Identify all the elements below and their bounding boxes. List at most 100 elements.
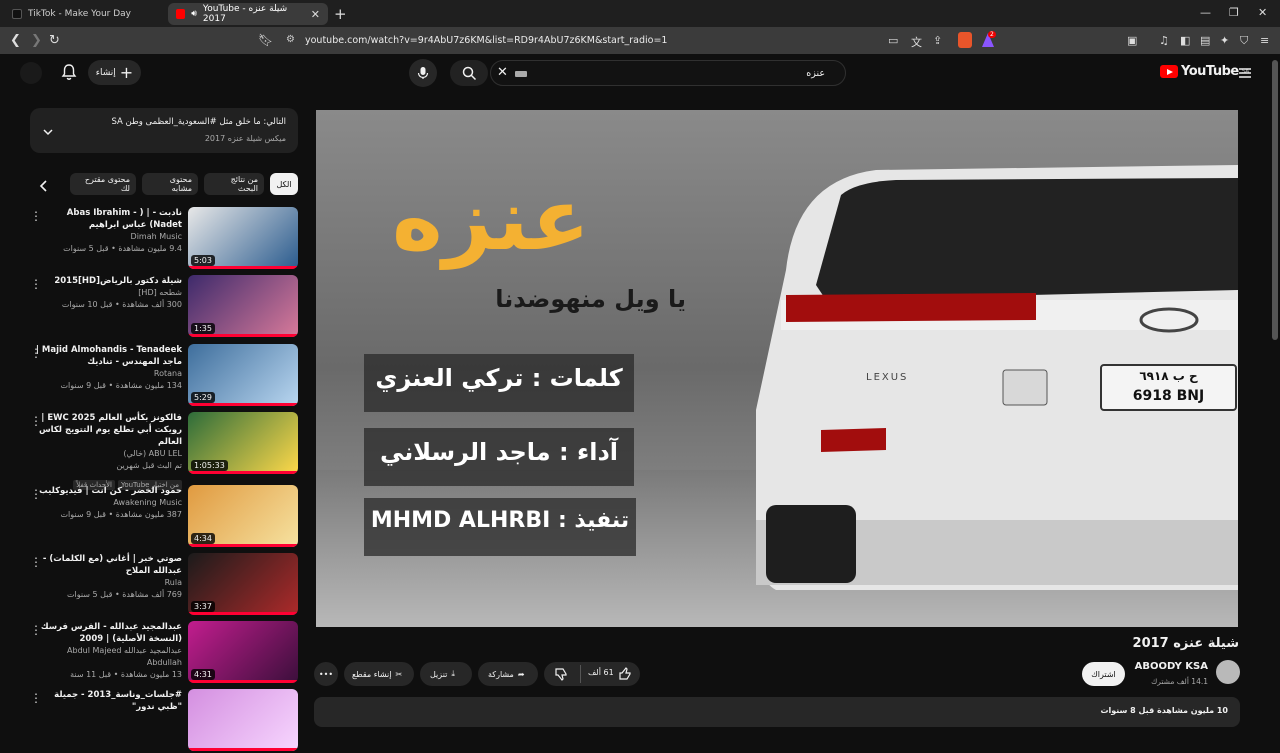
related-video-thumbnail[interactable]: 5:03 <box>188 207 298 269</box>
microphone-icon <box>417 67 429 79</box>
clip-button[interactable]: إنشاء مقطع ✂ <box>344 662 414 686</box>
search-input[interactable]: ✕ عنزه <box>490 60 846 86</box>
related-video-item[interactable]: ⋮ فالكونز بكأس العالم EWC 2025 | رويكت أب… <box>28 412 300 490</box>
video-player[interactable]: عنزه يا ويل منهوضدنا كلمات : تركي العنزي… <box>316 110 1238 627</box>
vpn-icon[interactable]: ⛉ <box>1240 34 1248 48</box>
related-video-thumbnail[interactable]: 1:05:33 <box>188 412 298 474</box>
related-video-item[interactable]: ⋮ حمود الخضر - كن انت | فيديوكليب Awakenin… <box>28 485 300 549</box>
related-video-channel[interactable]: عبدالمجيد عبدالله Abdul Majeed Abdullah <box>32 645 182 669</box>
clear-search-icon[interactable]: ✕ <box>497 65 508 80</box>
search-icon <box>462 66 476 80</box>
mix-playlist-panel[interactable]: التالي: ما خلق مثل #السعودية_العظمى وطن … <box>30 108 298 153</box>
forward-icon[interactable]: ❯ <box>31 33 42 48</box>
cast-icon[interactable]: ▭ <box>888 34 898 47</box>
related-video-views: 387 مليون مشاهدة • قبل 9 سنوات <box>60 510 182 519</box>
download-button[interactable]: تنزيل ⤓ <box>420 662 472 686</box>
page-scrollbar[interactable] <box>1272 60 1278 340</box>
more-actions-button[interactable]: ••• <box>314 662 338 686</box>
brave-shield-icon[interactable] <box>958 32 972 48</box>
related-video-title[interactable]: عبدالمجيد عبدالله - الفرس فرسك (النسخة ا… <box>32 621 182 645</box>
mix-next-title: التالي: ما خلق مثل #السعودية_العظمى وطن … <box>111 117 286 127</box>
related-video-thumbnail[interactable]: 5:29 <box>188 344 298 406</box>
account-avatar[interactable] <box>20 62 42 84</box>
expand-chevron-icon[interactable] <box>42 123 54 142</box>
related-video-channel[interactable]: Rula <box>32 577 182 589</box>
tab-tiktok[interactable]: TikTok - Make Your Day <box>4 3 164 25</box>
site-info-icon[interactable]: ⚙︎ <box>286 34 295 45</box>
music-icon[interactable]: ♫ <box>1159 34 1169 47</box>
back-icon[interactable]: ❮ <box>10 33 21 48</box>
youtube-logo[interactable]: YouTube SA <box>1160 64 1249 79</box>
video-overlay-title: عنزه <box>391 170 591 270</box>
search-button[interactable] <box>450 60 488 86</box>
sidebar-toggle-icon[interactable]: ▣ <box>1127 34 1137 47</box>
chip-similar[interactable]: محتوى مشابه <box>142 173 198 195</box>
rewards-icon[interactable]: 2 <box>981 31 996 48</box>
related-video-channel[interactable]: Awakening Music <box>32 497 182 509</box>
guide-menu-icon[interactable] <box>1238 64 1252 83</box>
keyboard-icon[interactable] <box>515 71 527 77</box>
related-video-item[interactable]: ⋮ #جلسات_وناسة_2013 - جميلة "ظبي ندور" <box>28 689 300 753</box>
wallet-icon[interactable]: ▤ <box>1200 34 1210 47</box>
create-label: إنشاء <box>95 67 116 78</box>
subscribe-button[interactable]: اشتراك <box>1082 662 1125 686</box>
leo-ai-icon[interactable]: ✦ <box>1220 34 1229 47</box>
panel-icon[interactable]: ◧ <box>1180 34 1190 47</box>
minimize-button[interactable]: — <box>1200 6 1211 19</box>
related-video-title[interactable]: فالكونز بكأس العالم EWC 2025 | رويكت أبي… <box>32 412 182 448</box>
translate-icon[interactable]: 文 <box>911 34 922 50</box>
related-video-title[interactable]: شيلة دكتور بالرياض[HD]2015 <box>32 275 182 287</box>
bookmark-icon[interactable]: 🔖︎ <box>258 33 273 47</box>
notifications-bell-icon[interactable] <box>60 63 78 85</box>
related-video-thumbnail[interactable]: 3:37 <box>188 553 298 615</box>
related-video-item[interactable]: ⋮ Majid Almohandis - Tenadeek | ماجد المه… <box>28 344 300 408</box>
channel-name[interactable]: ABOODY KSA <box>1135 661 1208 672</box>
url-text: youtube.com/watch?v=9r4AbU7z6KM&list=RD9… <box>305 35 668 46</box>
chip-recommended[interactable]: محتوى مقترح لك <box>70 173 136 195</box>
related-video-channel[interactable]: شطحه [HD] <box>32 287 182 299</box>
related-video-title[interactable]: نادبت - | ( Abas Ibrahim - Nadet) عباس ا… <box>32 207 182 231</box>
create-button[interactable]: إنشاء + <box>88 60 141 85</box>
description-box[interactable]: 10 مليون مشاهدة قبل 8 سنوات <box>314 697 1240 727</box>
related-video-channel[interactable]: Rotana <box>32 368 182 380</box>
tab-youtube[interactable]: 🔊︎ YouTube - شيلة عنزه 2017 ✕ <box>168 3 328 25</box>
share-button[interactable]: مشاركة ➦ <box>478 662 538 686</box>
voice-search-button[interactable] <box>409 59 437 87</box>
related-video-item[interactable]: ⋮ صوتي خبر | أغاني (مع الكلمات) - عبدالله… <box>28 553 300 617</box>
related-video-item[interactable]: ⋮ شيلة دكتور بالرياض[HD]2015 شطحه [HD] 300 … <box>28 275 300 339</box>
close-tab-icon[interactable]: ✕ <box>311 8 320 21</box>
related-video-channel[interactable]: Dimah Music <box>32 231 182 243</box>
browser-menu-icon[interactable]: ≡ <box>1260 34 1269 47</box>
speaker-icon[interactable]: 🔊︎ <box>191 9 197 19</box>
related-video-views: 134 مليون مشاهدة • قبل 9 سنوات <box>60 381 182 390</box>
video-editor-line: تنفيذ : MHMD ALHRBI <box>370 508 630 533</box>
thumbs-up-icon[interactable] <box>618 667 632 683</box>
reload-icon[interactable]: ↻ <box>49 33 60 48</box>
chip-all[interactable]: الكل <box>270 173 298 195</box>
new-tab-button[interactable]: + <box>334 5 347 23</box>
chips-scroll-left-icon[interactable] <box>38 178 50 197</box>
dislike-icon[interactable] <box>554 667 568 683</box>
related-video-title[interactable]: صوتي خبر | أغاني (مع الكلمات) - عبدالله … <box>32 553 182 577</box>
related-video-channel[interactable]: ABU LEL (خالي) <box>32 448 182 460</box>
related-video-item[interactable]: ⋮ عبدالمجيد عبدالله - الفرس فرسك (النسخة … <box>28 621 300 685</box>
related-video-item[interactable]: ⋮ نادبت - | ( Abas Ibrahim - Nadet) عباس … <box>28 207 300 271</box>
close-window-button[interactable]: ✕ <box>1258 6 1267 19</box>
related-video-title[interactable]: Majid Almohandis - Tenadeek | ماجد المهن… <box>32 344 182 368</box>
chip-from-search[interactable]: من نتائج البحث <box>204 173 264 195</box>
like-count[interactable]: 61 ألف <box>588 668 614 677</box>
related-video-title[interactable]: حمود الخضر - كن انت | فيديوكليب <box>32 485 182 497</box>
related-video-thumbnail[interactable]: 4:34 <box>188 485 298 547</box>
related-video-meta: شيلة دكتور بالرياض[HD]2015 شطحه [HD] 300 أ… <box>32 275 182 311</box>
channel-avatar[interactable] <box>1216 660 1240 684</box>
related-video-views: 769 ألف مشاهدة • قبل 5 سنوات <box>66 590 182 599</box>
plus-icon: + <box>119 62 134 82</box>
related-video-views: 9.4 مليون مشاهدة • قبل 5 سنوات <box>63 244 182 253</box>
share-page-icon[interactable]: ⇪ <box>933 34 942 47</box>
share-label: مشاركة <box>488 669 514 679</box>
related-video-thumbnail[interactable]: 1:35 <box>188 275 298 337</box>
related-video-title[interactable]: #جلسات_وناسة_2013 - جميلة "ظبي ندور" <box>32 689 182 713</box>
related-video-thumbnail[interactable] <box>188 689 298 751</box>
related-video-thumbnail[interactable]: 4:31 <box>188 621 298 683</box>
maximize-button[interactable]: ❐ <box>1229 6 1239 19</box>
